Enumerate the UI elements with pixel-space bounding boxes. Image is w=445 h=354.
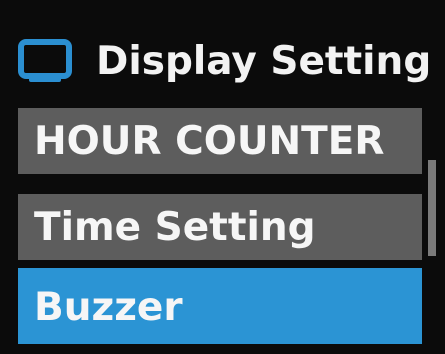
monitor-icon bbox=[18, 39, 72, 83]
scrollbar[interactable] bbox=[428, 160, 436, 256]
page-title: Display Setting bbox=[96, 38, 432, 84]
display-screen: Display Setting HOUR COUNTER Time Settin… bbox=[0, 0, 445, 354]
screen-header: Display Setting bbox=[18, 31, 431, 91]
menu-item-time-setting[interactable]: Time Setting bbox=[18, 194, 422, 260]
menu-item-hour-counter[interactable]: HOUR COUNTER bbox=[18, 108, 422, 174]
menu-item-buzzer[interactable]: Buzzer bbox=[18, 268, 422, 344]
